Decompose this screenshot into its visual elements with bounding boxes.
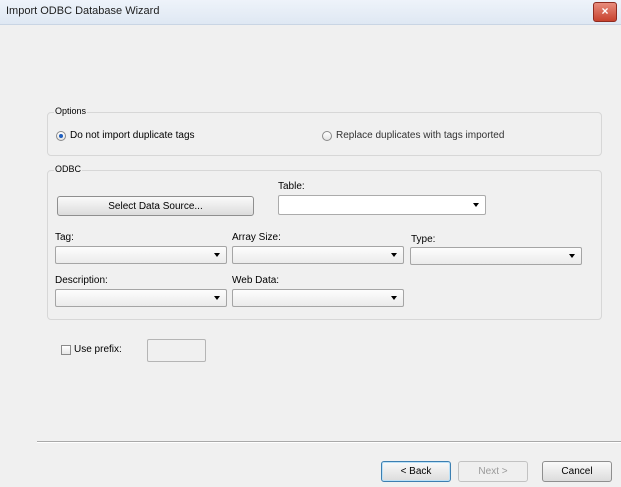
window-title: Import ODBC Database Wizard [6,5,160,17]
tag-label: Tag: [55,232,74,243]
cancel-button[interactable]: Cancel [542,461,612,482]
radio-selected-icon [56,130,66,141]
radio-replace-duplicates[interactable]: Replace duplicates with tags imported [322,130,504,141]
radio-unselected-icon [322,130,332,141]
radio-replace-duplicates-label: Replace duplicates with tags imported [336,130,505,141]
select-data-source-button[interactable]: Select Data Source... [57,196,254,216]
checkbox-icon [61,344,71,355]
use-prefix-label: Use prefix: [74,344,122,355]
table-dropdown[interactable] [278,195,486,215]
description-dropdown[interactable] [55,289,227,307]
use-prefix-checkbox[interactable]: Use prefix: [61,344,122,355]
description-label: Description: [55,275,108,286]
prefix-input[interactable] [147,339,206,362]
tag-dropdown[interactable] [55,246,227,264]
chevron-down-icon [214,296,220,300]
back-button[interactable]: < Back [381,461,451,482]
array-size-label: Array Size: [232,232,281,243]
radio-no-duplicates-label: Do not import duplicate tags [70,130,195,141]
odbc-group-label: ODBC [54,164,83,174]
type-dropdown[interactable] [410,247,582,265]
type-label: Type: [411,234,436,245]
chevron-down-icon [391,253,397,257]
array-size-dropdown[interactable] [232,246,404,264]
title-bar: Import ODBC Database Wizard × [0,0,621,25]
chevron-down-icon [569,254,575,258]
close-button[interactable]: × [593,2,617,22]
web-data-label: Web Data: [232,275,280,286]
web-data-dropdown[interactable] [232,289,404,307]
chevron-down-icon [214,253,220,257]
radio-no-duplicates[interactable]: Do not import duplicate tags [56,130,195,141]
chevron-down-icon [473,203,479,207]
next-button[interactable]: Next > [458,461,528,482]
table-label: Table: [278,181,305,192]
options-group-label: Options [54,106,88,116]
chevron-down-icon [391,296,397,300]
footer-separator [37,441,621,443]
